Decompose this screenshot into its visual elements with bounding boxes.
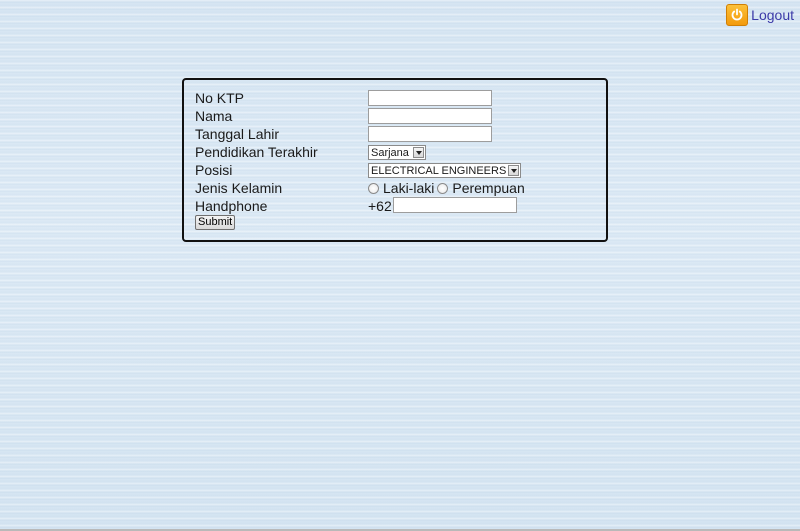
phone-prefix: +62: [368, 198, 392, 214]
logout-link[interactable]: Logout: [726, 4, 794, 26]
power-icon: [726, 4, 749, 26]
no-ktp-label: No KTP: [195, 90, 245, 106]
radio-laki-laki-label[interactable]: Laki-laki: [383, 179, 434, 197]
radio-perempuan-label[interactable]: Perempuan: [452, 179, 524, 197]
jenis-kelamin-radio-group: Laki-laki Perempuan: [368, 179, 528, 197]
logout-label[interactable]: Logout: [751, 7, 794, 23]
no-ktp-input[interactable]: [368, 90, 492, 106]
nama-input[interactable]: [368, 108, 492, 124]
pendidikan-label: Pendidikan Terakhir: [195, 144, 318, 160]
handphone-input[interactable]: [393, 197, 517, 213]
posisi-selected-value: ELECTRICAL ENGINEERS: [371, 164, 507, 177]
pendidikan-select[interactable]: Sarjana: [368, 145, 426, 160]
tanggal-lahir-label: Tanggal Lahir: [195, 126, 280, 142]
tanggal-lahir-input[interactable]: [368, 126, 492, 142]
registration-form: No KTP Nama Tanggal Lahir Pendidikan Ter…: [182, 78, 608, 242]
nama-label: Nama: [195, 108, 233, 124]
posisi-select[interactable]: ELECTRICAL ENGINEERS: [368, 163, 521, 178]
chevron-down-icon: [413, 147, 424, 158]
radio-laki-laki[interactable]: [368, 182, 379, 194]
chevron-down-icon: [508, 165, 519, 176]
jenis-kelamin-label: Jenis Kelamin: [195, 180, 283, 196]
pendidikan-selected-value: Sarjana: [371, 146, 409, 159]
submit-button[interactable]: Submit: [195, 215, 236, 230]
handphone-label: Handphone: [195, 198, 268, 214]
radio-perempuan[interactable]: [437, 182, 449, 194]
posisi-label: Posisi: [195, 162, 233, 178]
